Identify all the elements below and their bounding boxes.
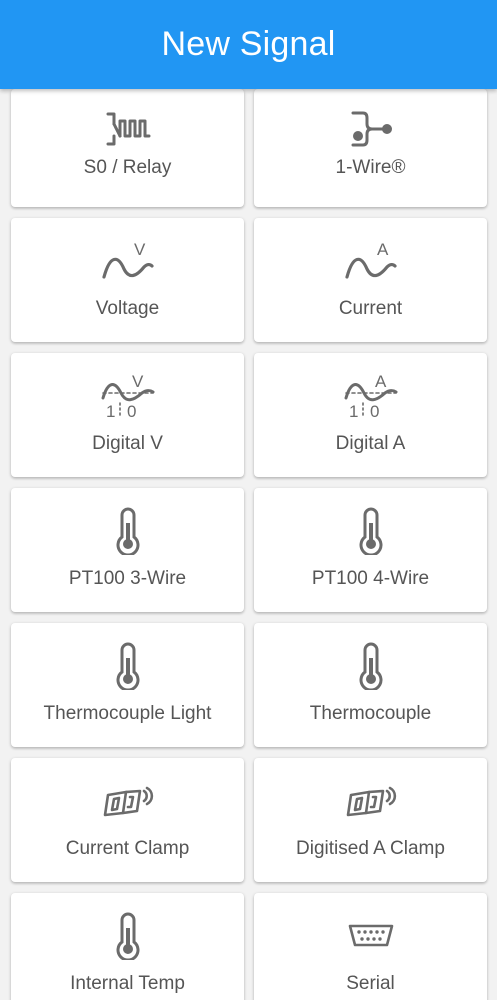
signal-label: Digitised A Clamp (296, 838, 445, 859)
signal-card-serial[interactable]: Serial (254, 893, 487, 1000)
signal-grid: S0 / Relay 1-Wire® V Voltage A Current V… (0, 89, 497, 1000)
signal-label: Thermocouple Light (43, 703, 212, 724)
voltage-wave-icon: V (11, 230, 244, 292)
signal-label: 1-Wire® (335, 157, 406, 178)
digital-current-icon: A 1 0 (254, 365, 487, 427)
voltage-letter: V (134, 240, 146, 259)
signal-label: Current (338, 298, 403, 319)
signal-card-digital-v[interactable]: V 1 0 Digital V (11, 353, 244, 477)
thermometer-icon (11, 500, 244, 562)
current-letter: A (377, 240, 389, 259)
thermometer-icon (11, 635, 244, 697)
signal-card-pt100-4-wire[interactable]: PT100 4-Wire (254, 488, 487, 612)
thermometer-icon (254, 500, 487, 562)
serial-port-icon (254, 905, 487, 967)
app-bar: New Signal (0, 0, 497, 89)
signal-label: Voltage (95, 298, 160, 319)
signal-label: Digital V (92, 433, 163, 454)
signal-label: PT100 4-Wire (311, 568, 430, 589)
relay-icon (11, 107, 244, 151)
digital-voltage-icon: V 1 0 (11, 365, 244, 427)
page-title: New Signal (161, 25, 336, 63)
signal-card-voltage[interactable]: V Voltage (11, 218, 244, 342)
signal-card-thermocouple-light[interactable]: Thermocouple Light (11, 623, 244, 747)
signal-label: Internal Temp (70, 973, 185, 994)
signal-card-s0-relay[interactable]: S0 / Relay (11, 89, 244, 207)
signal-label: Current Clamp (65, 838, 190, 859)
signal-label: Serial (346, 973, 395, 994)
signal-label: Digital A (335, 433, 406, 454)
signal-card-pt100-3-wire[interactable]: PT100 3-Wire (11, 488, 244, 612)
digital-a-letter: A (375, 373, 387, 391)
signal-label: Thermocouple (309, 703, 432, 724)
current-clamp-icon (254, 770, 487, 832)
signal-label: PT100 3-Wire (68, 568, 187, 589)
signal-card-current[interactable]: A Current (254, 218, 487, 342)
signal-card-thermocouple[interactable]: Thermocouple (254, 623, 487, 747)
signal-card-one-wire[interactable]: 1-Wire® (254, 89, 487, 207)
thermometer-icon (11, 905, 244, 967)
digital-zero: 0 (127, 402, 136, 419)
signal-card-digitised-a-clamp[interactable]: Digitised A Clamp (254, 758, 487, 882)
thermometer-icon (254, 635, 487, 697)
digital-one: 1 (349, 402, 358, 419)
digital-zero: 0 (370, 402, 379, 419)
signal-card-internal-temp[interactable]: Internal Temp (11, 893, 244, 1000)
signal-label: S0 / Relay (83, 157, 172, 178)
current-clamp-icon (11, 770, 244, 832)
signal-card-digital-a[interactable]: A 1 0 Digital A (254, 353, 487, 477)
digital-v-letter: V (132, 373, 144, 391)
signal-card-current-clamp[interactable]: Current Clamp (11, 758, 244, 882)
current-wave-icon: A (254, 230, 487, 292)
digital-one: 1 (106, 402, 115, 419)
one-wire-icon (254, 107, 487, 151)
